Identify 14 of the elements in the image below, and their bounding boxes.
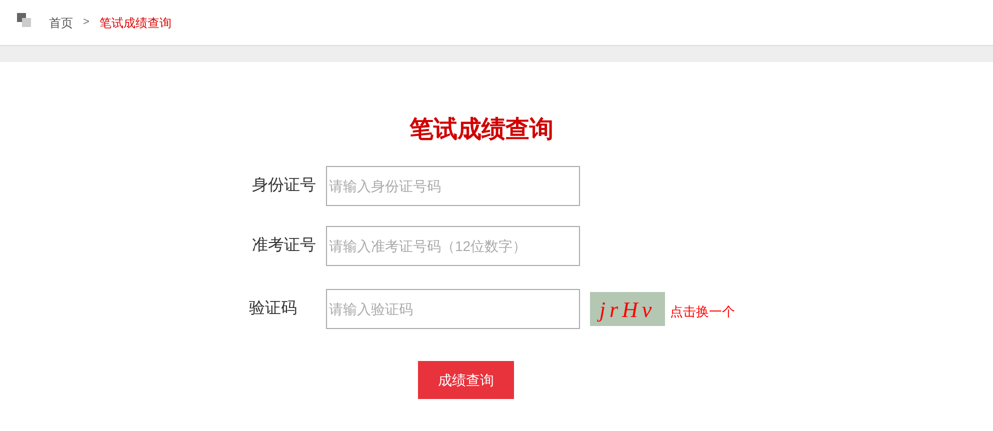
home-icon <box>17 12 31 26</box>
input-field[interactable]: 请输入准考证号码（12位数字） <box>326 226 580 266</box>
breadcrumb-link[interactable]: 首页 <box>49 14 73 32</box>
breadcrumb-separator: > <box>83 15 90 30</box>
input-field[interactable]: 请输入验证码 <box>326 289 580 329</box>
refresh-captcha-link[interactable]: 点击换一个 <box>670 302 735 322</box>
field-label: 验证码 <box>248 299 298 319</box>
page-title: 笔试成绩查询 <box>410 115 554 145</box>
input-field[interactable]: 请输入身份证号码 <box>326 166 580 206</box>
field-label: 身份证号 <box>251 176 317 196</box>
field-label: 准考证号 <box>251 236 317 256</box>
submit-button[interactable]: 成绩查询 <box>418 361 514 399</box>
captcha-image[interactable]: jrHv <box>590 292 665 326</box>
breadcrumb-link[interactable]: 笔试成绩查询 <box>99 14 172 32</box>
